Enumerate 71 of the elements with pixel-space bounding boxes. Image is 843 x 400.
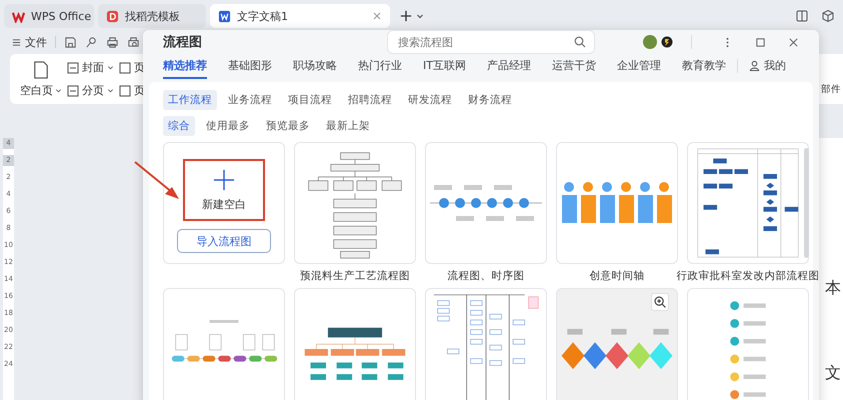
my-tab[interactable]: 我的 [748, 54, 786, 78]
print-icon[interactable] [106, 36, 119, 48]
parts-button[interactable]: 部件 [821, 83, 841, 96]
blank-page-button[interactable]: 空白页 [20, 60, 62, 98]
page-number-icon [119, 62, 131, 74]
category-tab[interactable]: IT互联网 [423, 54, 466, 78]
page-icon [33, 60, 49, 78]
maximize-icon[interactable] [755, 36, 766, 48]
document-text: 本 [824, 278, 842, 299]
template-title[interactable]: 流程图、时序图 [448, 269, 524, 283]
sub-tab[interactable]: 财务流程 [463, 90, 517, 110]
document-logo-icon [218, 10, 231, 22]
category-tab[interactable]: 企业管理 [616, 54, 661, 78]
scrollbar[interactable] [804, 148, 809, 258]
filter-tab[interactable]: 综合 [163, 116, 195, 136]
template-title[interactable]: 预混料生产工艺流程图 [300, 269, 410, 283]
member-badge-icon[interactable] [661, 36, 673, 48]
app-tab[interactable]: WPS Office [4, 4, 94, 28]
file-menu[interactable]: 文件 [12, 34, 47, 50]
ribbon-label: 空白页 [20, 82, 53, 98]
category-tab[interactable]: 职场攻略 [293, 54, 337, 78]
app-tab[interactable]: 文字文稿1 [210, 4, 390, 28]
sub-tab[interactable]: 工作流程 [163, 90, 217, 110]
template-title[interactable]: 创意时间轴 [590, 269, 644, 283]
book-icon[interactable] [795, 9, 809, 23]
sub-tab[interactable]: 招聘流程 [343, 90, 397, 110]
plus-icon [213, 168, 235, 190]
page-layout-icon [67, 62, 79, 74]
category-tab[interactable]: 热门行业 [358, 54, 402, 78]
close-tab-icon[interactable] [372, 11, 382, 21]
app-tab[interactable]: 找稻壳模板 [98, 4, 206, 28]
cube-icon[interactable] [821, 9, 835, 23]
category-tab[interactable]: 基础图形 [228, 54, 272, 78]
caret-icon [107, 87, 114, 94]
category-tab[interactable]: 运营干货 [552, 54, 596, 78]
caret-icon [107, 64, 114, 71]
dialog-title: 流程图 [163, 34, 203, 51]
template-logo-icon [106, 10, 119, 22]
filter-tab[interactable]: 最新上架 [321, 116, 375, 136]
search-bar[interactable]: 搜索流程图 [387, 30, 595, 54]
search-icon [574, 36, 586, 48]
sub-tab[interactable]: 业务流程 [223, 90, 277, 110]
menu-icon [12, 38, 21, 46]
sub-tab[interactable]: 项目流程 [283, 90, 337, 110]
person-icon [748, 60, 760, 70]
category-tab[interactable]: 教育教学 [682, 54, 726, 78]
ribbon-button[interactable]: 封面 [67, 60, 114, 75]
category-tab[interactable]: 产品经理 [486, 54, 531, 78]
caret-icon [55, 86, 62, 94]
import-button[interactable]: 导入流程图 [177, 229, 271, 253]
save-icon[interactable] [64, 36, 77, 48]
link-icon[interactable] [85, 36, 98, 48]
template-title[interactable]: 行政审批科室发改内部流程图 [676, 269, 820, 283]
page-number-icon [119, 84, 131, 96]
zoom-in-icon[interactable] [651, 293, 669, 311]
new-blank-area[interactable]: 新建空白 [183, 159, 265, 221]
close-icon[interactable] [788, 36, 799, 48]
filter-tab[interactable]: 预览最多 [261, 116, 315, 136]
document-text: 文 [824, 363, 842, 384]
filter-tab[interactable]: 使用最多 [201, 116, 255, 136]
ribbon-button[interactable]: 分页 [67, 83, 114, 98]
category-tab[interactable]: 精选推荐 [163, 54, 207, 78]
sub-tab[interactable]: 研发流程 [403, 90, 457, 110]
page-layout-icon [67, 84, 79, 96]
print-preview-icon[interactable] [127, 36, 140, 48]
wps-logo-icon [12, 10, 25, 22]
search-field[interactable]: 搜索流程图 [396, 34, 574, 50]
new-tab-icon[interactable] [400, 10, 412, 22]
new-blank-card[interactable]: 新建空白 导入流程图 [163, 142, 285, 264]
template-card[interactable] [425, 142, 547, 264]
caret-icon[interactable] [416, 12, 424, 20]
